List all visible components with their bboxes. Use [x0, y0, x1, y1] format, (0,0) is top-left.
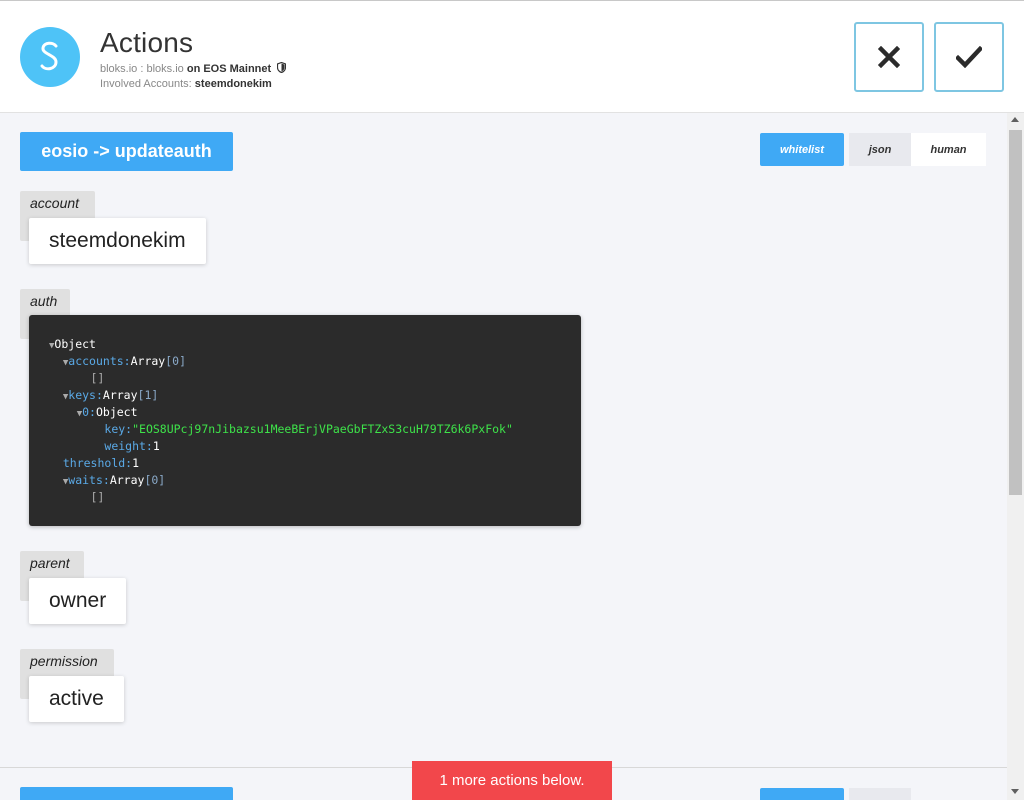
accept-button[interactable] [934, 22, 1004, 92]
view-json-button[interactable]: json [849, 133, 911, 166]
view-toggle: whitelist json human [760, 133, 986, 166]
tree-key0[interactable]: ▼0:Object [49, 404, 581, 421]
tree-weight: weight:1 [104, 439, 160, 453]
page-title: Actions [100, 27, 194, 58]
next-action-view-json[interactable] [849, 788, 911, 800]
origin-domain: bloks.io [146, 63, 184, 75]
tree-threshold: threshold:1 [62, 456, 140, 470]
involved-label: Involved Accounts: [100, 78, 192, 90]
origin-line: bloks.io : bloks.io on EOS Mainnet [100, 61, 287, 76]
tree-waits[interactable]: ▼waits:Array[0] [49, 472, 581, 489]
scrollbar[interactable] [1007, 113, 1024, 800]
tree-key-value: key:"EOS8UPcj97nJibazsu1MeeBErjVPaeGbFTZ… [104, 422, 513, 436]
origin-separator: : [140, 63, 144, 75]
tree-accounts-empty: [] [90, 371, 105, 385]
network-name: on EOS Mainnet [186, 63, 272, 75]
tree-waits-empty: [] [90, 490, 105, 504]
scroll-down-arrow-icon[interactable] [1011, 789, 1019, 794]
tree-keys[interactable]: ▼keys:Array[1] [49, 387, 581, 404]
origin-app: bloks.io [100, 63, 138, 75]
scroll-thumb[interactable] [1009, 130, 1022, 495]
field-value-permission: active [29, 676, 124, 722]
involved-accounts-line: Involved Accounts: steemdonekim [100, 78, 272, 90]
shield-icon [277, 61, 287, 76]
checkmark-icon [956, 46, 982, 68]
next-action-title [20, 787, 233, 800]
tree-root[interactable]: ▼Object [49, 336, 581, 353]
deny-button[interactable] [854, 22, 924, 92]
header: Actions bloks.io : bloks.io on EOS Mainn… [0, 0, 1024, 113]
scroll-up-arrow-icon[interactable] [1011, 117, 1019, 122]
involved-accounts: steemdonekim [194, 78, 272, 90]
close-icon [878, 46, 900, 68]
field-value-account: steemdonekim [29, 218, 206, 264]
next-action-view-whitelist[interactable] [760, 788, 844, 800]
scatter-logo-icon [20, 27, 80, 87]
auth-json-tree: ▼Object ▼accounts:Array[0] [] ▼keys:Arra… [29, 315, 581, 526]
field-value-parent: owner [29, 578, 127, 624]
action-title: eosio -> updateauth [20, 132, 233, 171]
tree-accounts[interactable]: ▼accounts:Array[0] [49, 353, 581, 370]
more-actions-banner[interactable]: 1 more actions below. [412, 761, 612, 800]
view-whitelist-button[interactable]: whitelist [760, 133, 844, 166]
view-human-button[interactable]: human [911, 133, 986, 166]
